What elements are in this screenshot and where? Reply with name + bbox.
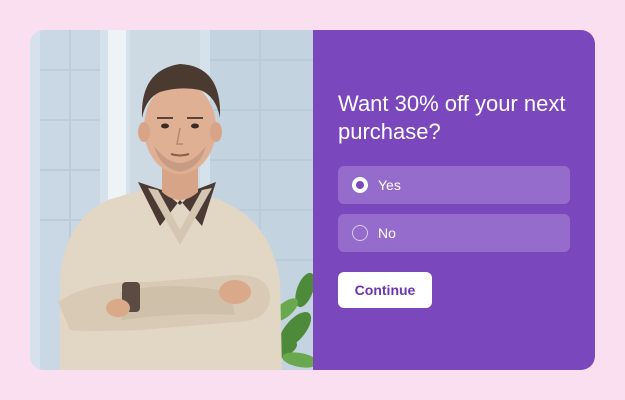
option-yes-label: Yes (378, 177, 401, 193)
radio-unchecked-icon[interactable] (352, 225, 368, 241)
page-background: Want 30% off your next purchase? Yes No … (0, 0, 625, 400)
option-no[interactable]: No (338, 214, 570, 252)
offer-question: Want 30% off your next purchase? (338, 91, 566, 144)
continue-button[interactable]: Continue (338, 272, 432, 308)
man-photo (30, 30, 313, 370)
popup-card: Want 30% off your next purchase? Yes No … (30, 30, 595, 370)
option-no-label: No (378, 225, 396, 241)
offer-panel: Want 30% off your next purchase? Yes No … (313, 30, 595, 370)
radio-checked-icon[interactable] (352, 177, 368, 193)
man-photo-illustration (30, 30, 313, 370)
option-yes[interactable]: Yes (338, 166, 570, 204)
